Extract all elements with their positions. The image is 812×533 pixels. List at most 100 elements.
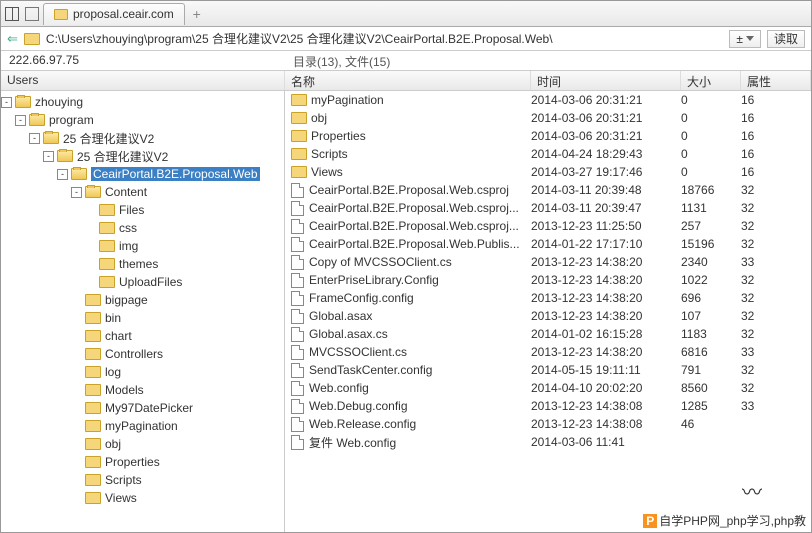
tree-header[interactable]: Users: [1, 71, 285, 90]
new-tab-button[interactable]: +: [187, 6, 207, 22]
col-time[interactable]: 时间: [531, 71, 681, 90]
tree-node[interactable]: obj: [1, 435, 284, 453]
file-row[interactable]: myPagination2014-03-06 20:31:21016: [285, 91, 811, 109]
col-size[interactable]: 大小: [681, 71, 741, 90]
file-name: Web.Debug.config: [309, 399, 408, 413]
folder-icon: [43, 132, 59, 144]
tree-node[interactable]: log: [1, 363, 284, 381]
address-path[interactable]: C:\Users\zhouying\program\25 合理化建议V2\25 …: [46, 30, 723, 47]
file-icon: [291, 417, 304, 432]
file-row[interactable]: CeairPortal.B2E.Proposal.Web.csproj...20…: [285, 199, 811, 217]
file-name: obj: [311, 111, 327, 125]
tree-node[interactable]: css: [1, 219, 284, 237]
col-name[interactable]: 名称: [285, 71, 531, 90]
file-row[interactable]: Scripts2014-04-24 18:29:43016: [285, 145, 811, 163]
file-row[interactable]: MVCSSOClient.cs2013-12-23 14:38:20681633: [285, 343, 811, 361]
tree-node[interactable]: Properties: [1, 453, 284, 471]
mode-button[interactable]: ±: [729, 30, 761, 48]
tree-node[interactable]: Models: [1, 381, 284, 399]
expand-toggle-icon[interactable]: -: [15, 115, 26, 126]
expand-toggle-icon[interactable]: -: [71, 187, 82, 198]
file-row[interactable]: Web.Release.config2013-12-23 14:38:0846: [285, 415, 811, 433]
tree-node[interactable]: Controllers: [1, 345, 284, 363]
tree-node[interactable]: -zhouying: [1, 93, 284, 111]
expand-toggle-icon[interactable]: -: [29, 133, 40, 144]
tree-node[interactable]: bigpage: [1, 291, 284, 309]
file-row[interactable]: Web.config2014-04-10 20:02:20856032: [285, 379, 811, 397]
tree-label: log: [105, 365, 121, 379]
tree-node[interactable]: -CeairPortal.B2E.Proposal.Web: [1, 165, 284, 183]
file-row[interactable]: SendTaskCenter.config2014-05-15 19:11:11…: [285, 361, 811, 379]
file-row[interactable]: Global.asax2013-12-23 14:38:2010732: [285, 307, 811, 325]
file-row[interactable]: CeairPortal.B2E.Proposal.Web.csproj...20…: [285, 217, 811, 235]
tree-node[interactable]: themes: [1, 255, 284, 273]
tree-node[interactable]: -Content: [1, 183, 284, 201]
tree-node[interactable]: Views: [1, 489, 284, 507]
folder-icon: [85, 348, 101, 360]
file-size: 0: [681, 165, 741, 179]
file-row[interactable]: 复件 Web.config2014-03-06 11:41: [285, 433, 811, 451]
read-button[interactable]: 读取: [767, 30, 805, 48]
folder-icon: [99, 258, 115, 270]
tree-node[interactable]: -25 合理化建议V2: [1, 147, 284, 165]
file-row[interactable]: Properties2014-03-06 20:31:21016: [285, 127, 811, 145]
file-icon: [291, 291, 304, 306]
folder-icon: [57, 150, 73, 162]
file-time: 2014-03-11 20:39:48: [531, 183, 681, 197]
file-icon: [291, 309, 304, 324]
file-icon: [291, 273, 304, 288]
back-arrow-icon[interactable]: ⇐: [7, 31, 18, 47]
tree-label: Properties: [105, 455, 160, 469]
file-list[interactable]: myPagination2014-03-06 20:31:21016obj201…: [285, 91, 811, 532]
tree-node[interactable]: My97DatePicker: [1, 399, 284, 417]
tree-node[interactable]: -program: [1, 111, 284, 129]
tree-label: chart: [105, 329, 132, 343]
file-attr: 16: [741, 165, 811, 179]
file-size: 0: [681, 111, 741, 125]
tree-node[interactable]: img: [1, 237, 284, 255]
file-time: 2013-12-23 14:38:20: [531, 345, 681, 359]
file-size: 8560: [681, 381, 741, 395]
tree-node[interactable]: -25 合理化建议V2: [1, 129, 284, 147]
file-name: Copy of MVCSSOClient.cs: [309, 255, 452, 269]
file-row[interactable]: Views2014-03-27 19:17:46016: [285, 163, 811, 181]
tree-node[interactable]: myPagination: [1, 417, 284, 435]
tree-label: My97DatePicker: [105, 401, 193, 415]
folder-icon: [85, 420, 101, 432]
mini-icon[interactable]: [25, 7, 39, 21]
file-time: 2013-12-23 14:38:20: [531, 309, 681, 323]
file-size: 0: [681, 93, 741, 107]
col-attr[interactable]: 属性: [741, 71, 811, 90]
file-row[interactable]: FrameConfig.config2013-12-23 14:38:20696…: [285, 289, 811, 307]
file-attr: 32: [741, 291, 811, 305]
tree-label: Models: [105, 383, 144, 397]
tree-label: myPagination: [105, 419, 178, 433]
file-row[interactable]: CeairPortal.B2E.Proposal.Web.Publis...20…: [285, 235, 811, 253]
folder-icon: [71, 168, 87, 180]
folder-tree[interactable]: -zhouying-program-25 合理化建议V2-25 合理化建议V2-…: [1, 91, 285, 532]
tree-node[interactable]: chart: [1, 327, 284, 345]
file-row[interactable]: obj2014-03-06 20:31:21016: [285, 109, 811, 127]
file-size: 6816: [681, 345, 741, 359]
expand-toggle-icon[interactable]: -: [1, 97, 12, 108]
tree-node[interactable]: UploadFiles: [1, 273, 284, 291]
tree-node[interactable]: Scripts: [1, 471, 284, 489]
file-row[interactable]: EnterPriseLibrary.Config2013-12-23 14:38…: [285, 271, 811, 289]
tree-node[interactable]: bin: [1, 309, 284, 327]
tab-active[interactable]: proposal.ceair.com: [43, 3, 185, 25]
layout-icon[interactable]: [5, 7, 19, 21]
file-row[interactable]: Copy of MVCSSOClient.cs2013-12-23 14:38:…: [285, 253, 811, 271]
file-attr: 32: [741, 363, 811, 377]
expand-toggle-icon[interactable]: -: [43, 151, 54, 162]
expand-toggle-icon[interactable]: -: [57, 169, 68, 180]
annotation-icon: 〰: [742, 476, 762, 505]
file-row[interactable]: Global.asax.cs2014-01-02 16:15:28118332: [285, 325, 811, 343]
tree-label: bin: [105, 311, 121, 325]
file-attr: 32: [741, 309, 811, 323]
tree-node[interactable]: Files: [1, 201, 284, 219]
file-name: SendTaskCenter.config: [309, 363, 432, 377]
folder-icon: [29, 114, 45, 126]
file-row[interactable]: Web.Debug.config2013-12-23 14:38:0812853…: [285, 397, 811, 415]
file-row[interactable]: CeairPortal.B2E.Proposal.Web.csproj2014-…: [285, 181, 811, 199]
folder-icon: [291, 130, 307, 142]
